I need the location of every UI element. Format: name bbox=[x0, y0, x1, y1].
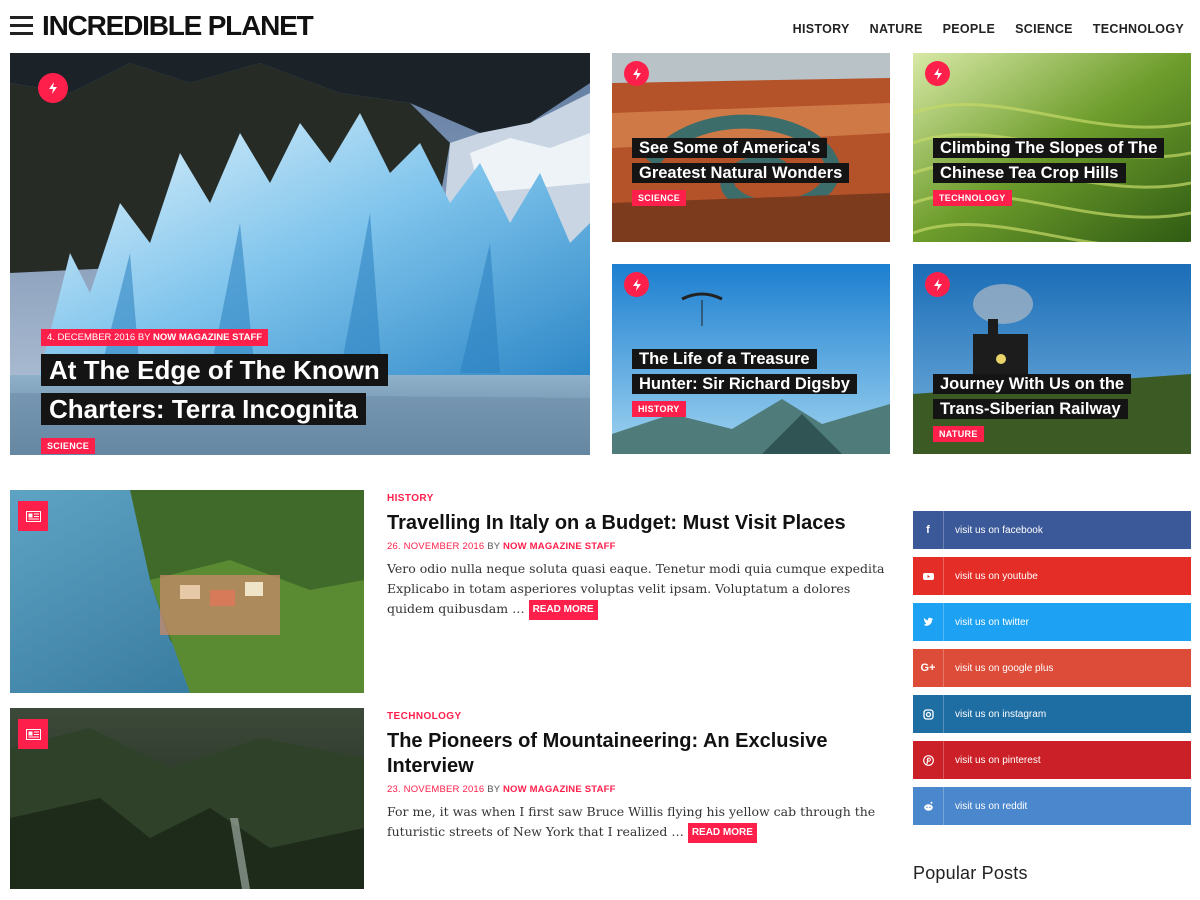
featured-main-meta: 4. DECEMBER 2016 BY NOW MAGAZINE STAFF bbox=[41, 329, 269, 346]
youtube-link-label: visit us on youtube bbox=[955, 570, 1038, 582]
social-links: f visit us on facebook visit us on youtu… bbox=[913, 511, 1191, 833]
site-header: INCREDIBLE PLANET HISTORY NATURE PEOPLE … bbox=[0, 0, 1200, 52]
pinterest-link-label: visit us on pinterest bbox=[955, 754, 1041, 766]
featured-main-by: BY bbox=[137, 332, 151, 343]
featured-main-card[interactable]: 4. DECEMBER 2016 BY NOW MAGAZINE STAFF A… bbox=[10, 53, 590, 455]
trending-icon bbox=[624, 61, 649, 86]
article-2-excerpt: For me, it was when I first saw Bruce Wi… bbox=[387, 802, 887, 843]
article-1-excerpt: Vero odio nulla neque soluta quasi eaque… bbox=[387, 559, 887, 620]
popular-posts-heading: Popular Posts bbox=[913, 863, 1028, 883]
article-2-image[interactable] bbox=[10, 708, 364, 889]
nav-people[interactable]: PEOPLE bbox=[943, 22, 996, 36]
featured-card-1-caption: See Some of America's Greatest Natural W… bbox=[632, 136, 872, 206]
facebook-icon: f bbox=[913, 511, 944, 549]
google-plus-icon: G+ bbox=[913, 649, 944, 687]
article-1-date: 26. NOVEMBER 2016 bbox=[387, 541, 485, 552]
trending-icon bbox=[925, 61, 950, 86]
google-plus-link[interactable]: G+ visit us on google plus bbox=[913, 649, 1191, 687]
article-2-title[interactable]: The Pioneers of Mountaineering: An Exclu… bbox=[387, 729, 887, 779]
featured-card-1[interactable]: See Some of America's Greatest Natural W… bbox=[612, 53, 890, 242]
featured-main-date: 4. DECEMBER 2016 bbox=[47, 332, 136, 343]
twitter-link-label: visit us on twitter bbox=[955, 616, 1029, 628]
instagram-icon bbox=[913, 695, 944, 733]
featured-card-4-category[interactable]: NATURE bbox=[933, 426, 984, 442]
nav-technology[interactable]: TECHNOLOGY bbox=[1093, 22, 1184, 36]
featured-card-3-caption: The Life of a Treasure Hunter: Sir Richa… bbox=[632, 347, 872, 417]
reddit-icon bbox=[913, 787, 944, 825]
trending-icon bbox=[624, 272, 649, 297]
article-2-category[interactable]: TECHNOLOGY bbox=[387, 711, 887, 722]
featured-main-category[interactable]: SCIENCE bbox=[41, 438, 96, 454]
nav-science[interactable]: SCIENCE bbox=[1015, 22, 1073, 36]
featured-card-1-category[interactable]: SCIENCE bbox=[632, 190, 687, 206]
article-2-by: BY bbox=[487, 784, 501, 795]
featured-card-3-title[interactable]: The Life of a Treasure Hunter: Sir Richa… bbox=[632, 349, 857, 394]
trending-icon bbox=[925, 272, 950, 297]
facebook-link-label: visit us on facebook bbox=[955, 524, 1043, 536]
featured-card-1-title[interactable]: See Some of America's Greatest Natural W… bbox=[632, 138, 850, 183]
facebook-link[interactable]: f visit us on facebook bbox=[913, 511, 1191, 549]
article-2-date: 23. NOVEMBER 2016 bbox=[387, 784, 485, 795]
article-2-meta: 23. NOVEMBER 2016 BY NOW MAGAZINE STAFF bbox=[387, 784, 887, 795]
nav-history[interactable]: HISTORY bbox=[793, 22, 850, 36]
article-2-excerpt-text: For me, it was when I first saw Bruce Wi… bbox=[387, 804, 876, 839]
pinterest-link[interactable]: visit us on pinterest bbox=[913, 741, 1191, 779]
instagram-link[interactable]: visit us on instagram bbox=[913, 695, 1191, 733]
article-format-icon bbox=[18, 501, 48, 531]
twitter-icon bbox=[913, 603, 944, 641]
article-1-title[interactable]: Travelling In Italy on a Budget: Must Vi… bbox=[387, 511, 887, 536]
reddit-link[interactable]: visit us on reddit bbox=[913, 787, 1191, 825]
article-format-icon bbox=[18, 719, 48, 749]
google-plus-link-label: visit us on google plus bbox=[955, 662, 1054, 674]
twitter-link[interactable]: visit us on twitter bbox=[913, 603, 1191, 641]
featured-card-2[interactable]: Climbing The Slopes of The Chinese Tea C… bbox=[913, 53, 1191, 242]
menu-icon[interactable] bbox=[10, 16, 33, 35]
nav-nature[interactable]: NATURE bbox=[870, 22, 923, 36]
featured-card-2-caption: Climbing The Slopes of The Chinese Tea C… bbox=[933, 136, 1173, 206]
article-1-author[interactable]: NOW MAGAZINE STAFF bbox=[503, 541, 616, 552]
read-more-button[interactable]: READ MORE bbox=[687, 823, 757, 843]
read-more-button[interactable]: READ MORE bbox=[528, 600, 598, 620]
article-2: TECHNOLOGY The Pioneers of Mountaineerin… bbox=[387, 711, 887, 843]
featured-card-4-caption: Journey With Us on the Trans-Siberian Ra… bbox=[933, 372, 1173, 442]
trending-icon bbox=[38, 73, 68, 103]
article-1: HISTORY Travelling In Italy on a Budget:… bbox=[387, 493, 887, 620]
featured-main-title[interactable]: At The Edge of The Known Charters: Terra… bbox=[41, 354, 388, 425]
featured-card-3-category[interactable]: HISTORY bbox=[632, 401, 686, 417]
article-1-excerpt-text: Vero odio nulla neque soluta quasi eaque… bbox=[387, 561, 885, 616]
youtube-link[interactable]: visit us on youtube bbox=[913, 557, 1191, 595]
pinterest-icon bbox=[913, 741, 944, 779]
featured-main-author[interactable]: NOW MAGAZINE STAFF bbox=[153, 332, 262, 343]
article-2-author[interactable]: NOW MAGAZINE STAFF bbox=[503, 784, 616, 795]
reddit-link-label: visit us on reddit bbox=[955, 800, 1028, 812]
featured-card-4[interactable]: Journey With Us on the Trans-Siberian Ra… bbox=[913, 264, 1191, 454]
youtube-icon bbox=[913, 557, 944, 595]
featured-card-2-category[interactable]: TECHNOLOGY bbox=[933, 190, 1012, 206]
article-1-meta: 26. NOVEMBER 2016 BY NOW MAGAZINE STAFF bbox=[387, 541, 887, 552]
article-1-image[interactable] bbox=[10, 490, 364, 693]
site-logo[interactable]: INCREDIBLE PLANET bbox=[42, 10, 314, 42]
featured-main-caption: 4. DECEMBER 2016 BY NOW MAGAZINE STAFF A… bbox=[41, 327, 481, 454]
instagram-link-label: visit us on instagram bbox=[955, 708, 1047, 720]
featured-card-2-title[interactable]: Climbing The Slopes of The Chinese Tea C… bbox=[933, 138, 1165, 183]
featured-card-3[interactable]: The Life of a Treasure Hunter: Sir Richa… bbox=[612, 264, 890, 454]
featured-card-4-title[interactable]: Journey With Us on the Trans-Siberian Ra… bbox=[933, 374, 1132, 419]
main-nav: HISTORY NATURE PEOPLE SCIENCE TECHNOLOGY bbox=[793, 22, 1184, 36]
article-1-category[interactable]: HISTORY bbox=[387, 493, 887, 504]
article-1-by: BY bbox=[487, 541, 501, 552]
